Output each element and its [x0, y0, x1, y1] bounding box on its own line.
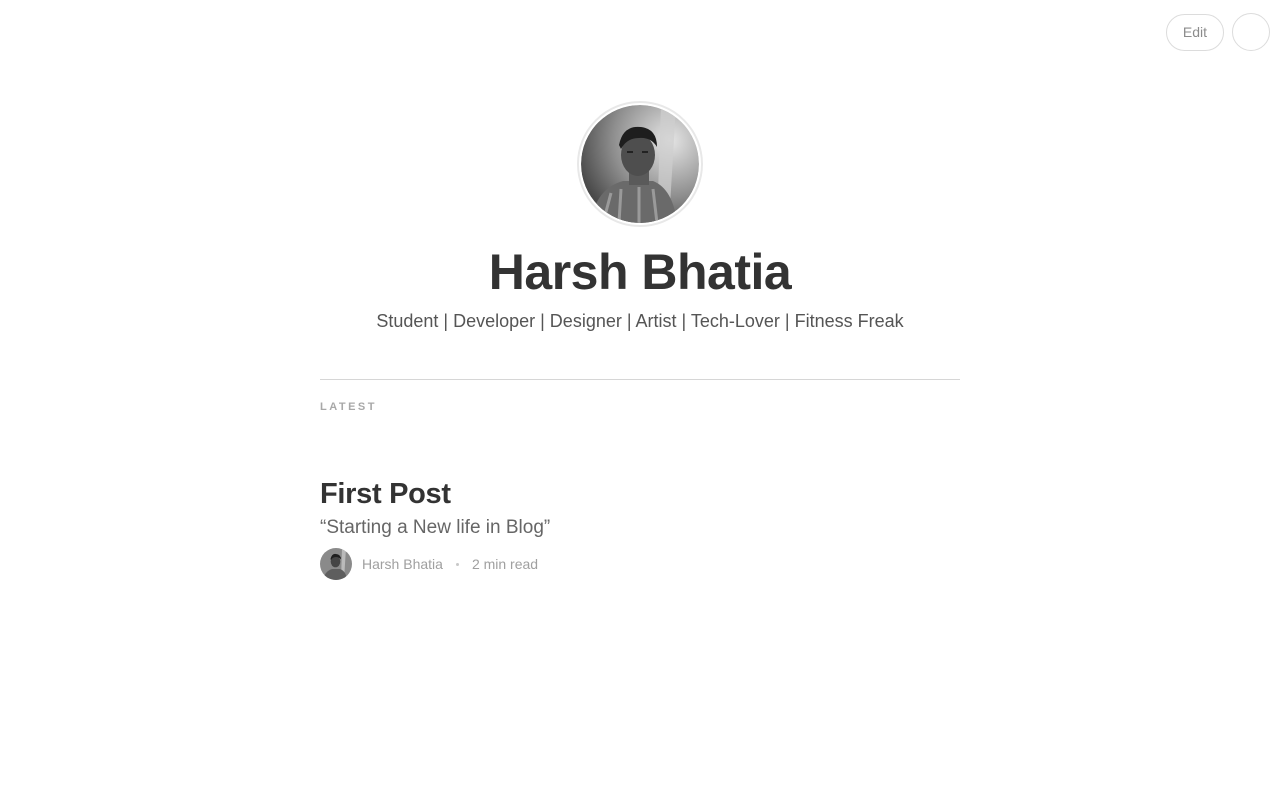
profile-header: Harsh Bhatia Student | Developer | Desig…: [0, 101, 1280, 335]
post-item: First Post “Starting a New life in Blog”…: [320, 476, 960, 580]
post-author[interactable]: Harsh Bhatia: [362, 556, 443, 572]
profile-name: Harsh Bhatia: [488, 244, 792, 300]
profile-page: Edit Harsh Bhatia Student | Developer | …: [0, 0, 1280, 800]
meta-separator-dot: [455, 562, 459, 566]
post-meta: Harsh Bhatia 2 min read: [320, 548, 960, 580]
latest-section: LATEST: [320, 379, 960, 413]
profile-bio: Student | Developer | Designer | Artist …: [376, 311, 904, 331]
author-avatar[interactable]: [320, 548, 352, 580]
user-photo-icon: [581, 105, 699, 223]
user-photo-icon: [320, 548, 352, 580]
profile-avatar: [577, 101, 703, 227]
edit-button[interactable]: Edit: [1165, 13, 1224, 51]
top-controls: Edit: [1165, 13, 1270, 51]
post-subtitle[interactable]: “Starting a New life in Blog”: [320, 514, 960, 542]
post-title[interactable]: First Post: [320, 476, 960, 512]
user-menu-button[interactable]: [1232, 13, 1270, 51]
section-label: LATEST: [320, 401, 377, 413]
section-divider: [320, 379, 960, 380]
post-read-time: 2 min read: [471, 556, 539, 572]
